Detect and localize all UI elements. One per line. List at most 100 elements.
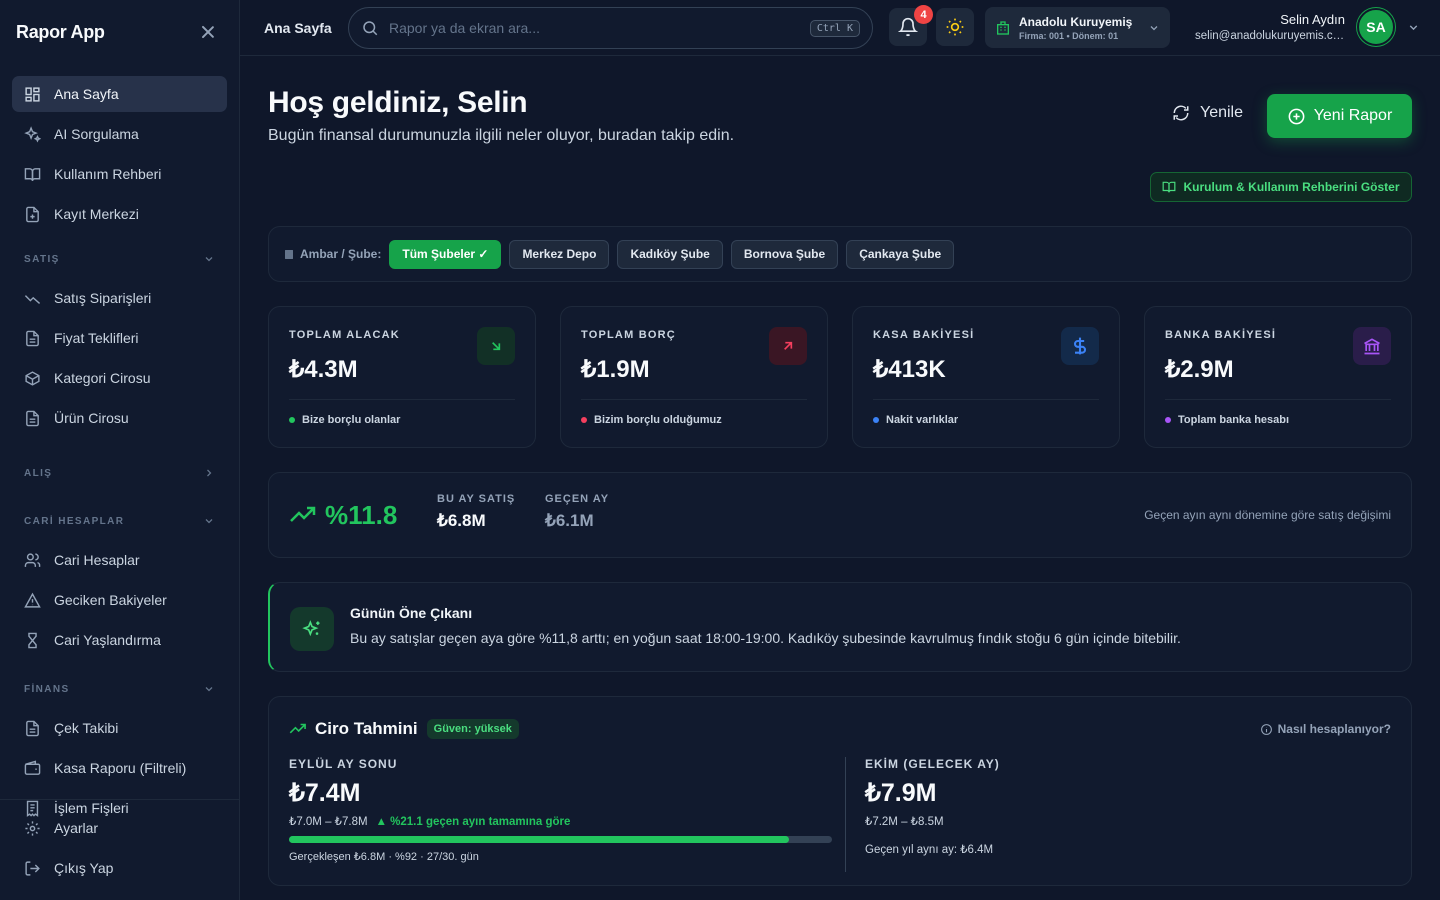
- forecast-value: ₺7.9M: [865, 779, 937, 807]
- user-menu[interactable]: Selin Aydın selin@anadolukuruyemis.com S…: [1195, 8, 1420, 46]
- section-finans[interactable]: FİNANS: [12, 678, 227, 700]
- month-progress-bar: [289, 836, 832, 843]
- theme-toggle-button[interactable]: [936, 8, 974, 46]
- stat-value: ₺6.8M: [437, 511, 486, 530]
- section-title: FİNANS: [24, 683, 70, 695]
- sidebar-item-ayarlar[interactable]: Ayarlar: [12, 810, 228, 846]
- trend-icon: [24, 294, 41, 304]
- section-alis[interactable]: ALIŞ: [12, 462, 227, 484]
- sidebar-item-cari-hesaplar[interactable]: Cari Hesaplar: [12, 542, 227, 578]
- forecast-change: ▲ %21.1 geçen ayın tamamına göre: [375, 816, 571, 828]
- user-email: selin@anadolukuruyemis.com: [1195, 30, 1345, 42]
- new-report-label: Yeni Rapor: [1313, 107, 1393, 124]
- last-month-stat: GEÇEN AY ₺6.1M: [545, 493, 609, 531]
- branch-filter-bar: Ambar / Şube: Tüm Şubeler ✓ Merkez Depo …: [268, 226, 1412, 282]
- file-plus-icon: [26, 206, 39, 222]
- chevron-down-icon: [205, 687, 213, 692]
- sidebar-item-cikis-yap[interactable]: Çıkış Yap: [12, 850, 228, 886]
- forecast-current-month: EYLÜL AY SONU ₺7.4M ₺7.0M – ₺7.8M ▲ %21.1…: [289, 757, 570, 828]
- grid-icon: [25, 86, 40, 102]
- sidebar-item-kullanim-rehberi[interactable]: Kullanım Rehberi: [12, 156, 227, 192]
- divider: [873, 399, 1099, 400]
- kpi-card-kasa-bakiyesi[interactable]: KASA BAKİYESİ ₺413K Nakit varlıklar: [852, 306, 1120, 448]
- filter-label: Ambar / Şube:: [300, 247, 382, 261]
- kpi-note: Nakit varlıklar: [886, 414, 959, 426]
- warning-icon: [24, 592, 41, 608]
- notifications-button[interactable]: 4: [889, 5, 933, 46]
- company-name: Anadolu Kuruyemiş: [1019, 14, 1133, 29]
- show-guide-button[interactable]: Kurulum & Kullanım Rehberini Göster: [1150, 172, 1412, 202]
- sidebar-item-label: Geciken Bakiyeler: [54, 592, 167, 608]
- chip-kadikoy-sube[interactable]: Kadıköy Şube: [617, 239, 723, 269]
- kpi-card-toplam-alacak[interactable]: TOPLAM ALACAK ₺4.3M Bize borçlu olanlar: [268, 306, 536, 448]
- section-cari-hesaplar[interactable]: CARİ HESAPLAR: [12, 510, 227, 532]
- forecast-label: EKİM (GELECEK AY): [865, 757, 1000, 771]
- sidebar-item-cari-yaslandirma[interactable]: Cari Yaşlandırma: [12, 622, 227, 658]
- sidebar-footer: Ayarlar Çıkış Yap: [0, 799, 240, 900]
- avatar[interactable]: SA: [1357, 8, 1395, 46]
- sidebar-item-label: Çıkış Yap: [54, 860, 114, 876]
- sidebar-item-satis-siparisleri[interactable]: Satış Siparişleri: [12, 280, 227, 316]
- revenue-forecast-card: Ciro Tahmini Güven: yüksek Nasıl hesapla…: [268, 696, 1412, 886]
- chevron-down-icon: [1150, 25, 1158, 30]
- kpi-note: Bizim borçlu olduğumuz: [594, 414, 722, 426]
- document-icon: [26, 410, 39, 426]
- sidebar-item-label: Ayarlar: [54, 820, 99, 836]
- sidebar-item-kasa-raporu[interactable]: Kasa Raporu (Filtreli): [12, 750, 227, 786]
- app-logo: Rapor App: [16, 21, 105, 42]
- forecast-next-month: EKİM (GELECEK AY) ₺7.9M ₺7.2M – ₺8.5M Ge…: [865, 757, 1000, 856]
- sidebar-item-label: Cari Hesaplar: [54, 552, 140, 568]
- sidebar-item-fiyat-teklifleri[interactable]: Fiyat Teklifleri: [12, 320, 227, 356]
- info-icon: [1260, 723, 1272, 735]
- chip-cankaya-sube[interactable]: Çankaya Şube: [846, 239, 955, 269]
- confidence-badge: Güven: yüksek: [426, 719, 519, 739]
- divider: [1165, 399, 1391, 400]
- refresh-icon: [1173, 105, 1189, 121]
- kpi-note: Bize borçlu olanlar: [302, 414, 401, 426]
- guide-label: Kurulum & Kullanım Rehberini Göster: [1183, 180, 1400, 194]
- sidebar-item-label: Kayıt Merkezi: [54, 206, 139, 222]
- divider: [845, 757, 846, 872]
- document-icon: [26, 720, 39, 736]
- this-month-stat: BU AY SATIŞ ₺6.8M: [437, 493, 515, 531]
- kpi-card-banka-bakiyesi[interactable]: BANKA BAKİYESİ ₺2.9M Toplam banka hesabı: [1144, 306, 1412, 448]
- kpi-card-toplam-borc[interactable]: TOPLAM BORÇ ₺1.9M Bizim borçlu olduğumuz: [560, 306, 828, 448]
- bank-icon: [1353, 327, 1391, 365]
- sidebar-item-ana-sayfa[interactable]: Ana Sayfa: [12, 76, 227, 112]
- sidebar-item-label: Ana Sayfa: [54, 86, 119, 102]
- section-satis[interactable]: SATIŞ: [12, 248, 227, 270]
- trending-up-icon: [289, 723, 306, 734]
- search-icon: [363, 21, 378, 36]
- section-title: CARİ HESAPLAR: [24, 515, 125, 527]
- sidebar-item-ai-sorgulama[interactable]: AI Sorgulama: [12, 116, 227, 152]
- sidebar-item-urun-cirosu[interactable]: Ürün Cirosu: [12, 400, 227, 436]
- sidebar-item-kayit-merkezi[interactable]: Kayıt Merkezi: [12, 196, 227, 232]
- users-icon: [24, 552, 41, 567]
- breadcrumb[interactable]: Ana Sayfa: [264, 20, 332, 36]
- chip-tum-subeler[interactable]: Tüm Şubeler ✓: [389, 239, 502, 269]
- sidebar-item-label: Ürün Cirosu: [54, 410, 129, 426]
- section-title: SATIŞ: [24, 253, 60, 265]
- sidebar-item-cek-takibi[interactable]: Çek Takibi: [12, 710, 227, 746]
- search-input[interactable]: Rapor ya da ekran ara... Ctrl K: [348, 7, 873, 49]
- page-subtitle: Bugün finansal durumunuzla ilgili neler …: [268, 127, 735, 144]
- how-calculated-link[interactable]: Nasıl hesaplanıyor?: [1260, 722, 1391, 736]
- sidebar-item-label: Cari Yaşlandırma: [54, 632, 161, 648]
- company-selector[interactable]: Anadolu Kuruyemiş Firma: 001 • Dönem: 01: [985, 7, 1170, 48]
- status-dot: [1165, 417, 1171, 423]
- chevron-down-icon[interactable]: [1407, 21, 1420, 34]
- new-report-button[interactable]: Yeni Rapor: [1267, 94, 1412, 138]
- sidebar-item-label: Kategori Cirosu: [54, 370, 151, 386]
- sidebar-item-kategori-cirosu[interactable]: Kategori Cirosu: [12, 360, 227, 396]
- sidebar-item-label: Fiyat Teklifleri: [54, 330, 139, 346]
- user-name: Selin Aydın: [1280, 12, 1345, 27]
- chip-bornova-sube[interactable]: Bornova Şube: [730, 239, 839, 269]
- chip-merkez-depo[interactable]: Merkez Depo: [509, 239, 610, 269]
- sidebar-item-geciken-bakiyeler[interactable]: Geciken Bakiyeler: [12, 582, 227, 618]
- close-icon[interactable]: [199, 23, 217, 41]
- refresh-button[interactable]: Yenile: [1172, 104, 1243, 122]
- forecast-range: ₺7.2M – ₺8.5M: [865, 816, 944, 828]
- trend-note: Geçen ayın aynı dönemine göre satış deği…: [1144, 508, 1391, 522]
- sidebar-item-label: Çek Takibi: [54, 720, 119, 736]
- status-dot: [289, 417, 295, 423]
